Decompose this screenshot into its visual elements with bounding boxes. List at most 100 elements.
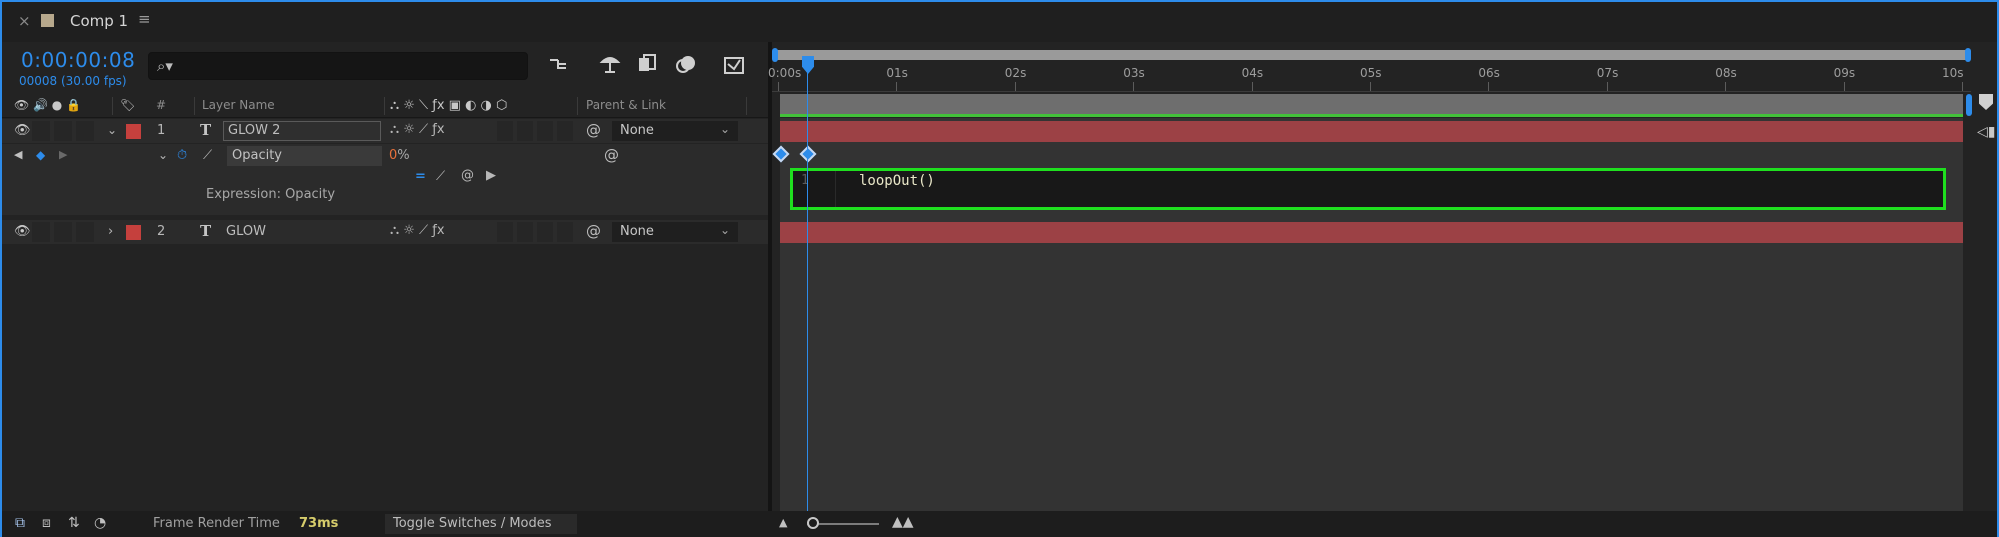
ruler-tick [1962, 82, 1963, 91]
switch-cell[interactable] [517, 222, 533, 242]
close-tab-icon[interactable]: × [18, 12, 31, 30]
expression-code[interactable]: loopOut() [859, 173, 935, 189]
comp-end-marker[interactable] [1966, 94, 1972, 116]
property-value[interactable]: 0% [389, 148, 410, 163]
after-effects-timeline-panel: × Comp 1 ≡ 0:00:00:08 00008 (30.00 fps) … [0, 0, 1999, 537]
composition-duration-bar [780, 94, 1963, 116]
next-keyframe-icon[interactable]: ▶ [59, 148, 67, 161]
layer-switches[interactable]: ⛬ ☼ ⟋ ƒx [390, 223, 445, 238]
ruler-tick [1606, 82, 1608, 91]
audio-toggle-cell[interactable] [32, 222, 50, 242]
zoom-out-icon[interactable]: ▲ [779, 516, 787, 529]
timeline-area[interactable]: 0:00s 01s 02s 03s 04s 05s 06s 07s 08s 09s 10s 1 lo… [768, 42, 1997, 511]
lock-toggle-cell[interactable] [76, 121, 94, 141]
expression-language-menu-icon[interactable]: ▶ [486, 168, 496, 183]
layer-label-color[interactable] [126, 124, 141, 139]
layer-name[interactable]: GLOW [226, 224, 266, 239]
zoom-in-icon[interactable]: ▲▲ [892, 514, 914, 530]
ruler-tick-label: 03s [1123, 66, 1145, 80]
switch-cell[interactable] [517, 121, 533, 141]
layer-link-icon[interactable]: ◁▮ [1977, 124, 1995, 140]
property-pickwhip-icon[interactable]: @ [604, 146, 619, 164]
stopwatch-icon[interactable]: ⏱ [177, 148, 187, 163]
time-ruler[interactable]: 0:00s 01s 02s 03s 04s 05s 06s 07s 08s 09s 10s [768, 64, 1971, 92]
property-name[interactable]: Opacity [227, 146, 382, 166]
switch-cell[interactable] [537, 121, 553, 141]
visibility-eye-icon[interactable]: 👁 [14, 123, 31, 138]
render-cache-indicator [780, 114, 1963, 117]
expression-editor[interactable]: 1 loopOut() [790, 168, 1946, 210]
draft-3d-icon[interactable] [598, 52, 622, 76]
work-area-bar[interactable] [776, 50, 1969, 60]
toggle-switches-modes-button[interactable]: Toggle Switches / Modes [385, 514, 577, 534]
layer-switches-toggle-icon[interactable]: ⧉ [15, 515, 25, 531]
column-layer-name-header[interactable]: Layer Name [202, 98, 275, 112]
panel-menu-icon[interactable]: ≡ [138, 10, 151, 28]
zoom-slider-handle[interactable] [807, 517, 819, 529]
work-area-end-handle[interactable] [1965, 48, 1971, 62]
add-keyframe-icon[interactable]: ◆ [36, 148, 45, 162]
column-header-row: 👁 🔊 ● 🔒 🏷 # Layer Name ⛬ ☼ ⟍ ƒx ▣ ◐ ◑ ⬡ … [2, 94, 768, 118]
layer-name-field[interactable]: GLOW 2 [223, 121, 381, 141]
column-divider [384, 97, 385, 115]
comp-mini-flowchart-icon[interactable] [547, 52, 571, 76]
layer-duration-bar-2[interactable] [780, 222, 1963, 243]
search-icon: ⌕▾ [157, 57, 173, 75]
audio-toggle-cell[interactable] [32, 121, 50, 141]
timeline-footer: ⧉ ⧈ ⇅ ◔ Frame Render Time 73ms Toggle Sw… [2, 511, 1997, 537]
visibility-eye-icon[interactable]: 👁 [14, 224, 31, 239]
comp-tab-title[interactable]: Comp 1 [70, 12, 128, 30]
render-time-toggle-icon[interactable]: ◔ [94, 515, 106, 531]
expression-enable-icon[interactable]: = [415, 169, 426, 184]
collapse-chevron-icon[interactable]: ⌄ [107, 123, 117, 137]
parent-dropdown[interactable]: None ⌄ [612, 121, 738, 141]
column-divider [194, 97, 195, 115]
current-time-display[interactable]: 0:00:00:08 [21, 48, 135, 72]
parent-dropdown[interactable]: None ⌄ [612, 222, 738, 242]
ruler-tick [1843, 82, 1845, 91]
frame-blending-icon[interactable] [635, 52, 659, 76]
solo-toggle-cell[interactable] [54, 121, 72, 141]
lock-toggle-cell[interactable] [76, 222, 94, 242]
label-tag-icon[interactable]: 🏷 [120, 98, 135, 112]
switch-cell[interactable] [557, 121, 573, 141]
expand-chevron-icon[interactable]: › [108, 224, 113, 239]
parent-pickwhip-icon[interactable]: @ [586, 222, 601, 240]
graph-editor-icon[interactable] [722, 52, 746, 76]
column-divider [577, 97, 578, 115]
frame-render-time-value: 73ms [299, 516, 339, 531]
layer-duration-bar-1[interactable] [780, 121, 1963, 142]
column-parent-link-header[interactable]: Parent & Link [586, 98, 666, 112]
expression-graph-icon[interactable]: ⟋ [436, 169, 445, 184]
av-features-header-icons[interactable]: 👁 🔊 ● 🔒 [14, 98, 81, 112]
chevron-down-icon: ⌄ [719, 122, 730, 136]
work-area-start-handle[interactable] [772, 48, 778, 62]
switches-header-icons[interactable]: ⛬ ☼ ⟍ ƒx ▣ ◐ ◑ ⬡ [390, 98, 507, 113]
switch-cell[interactable] [497, 121, 513, 141]
layer-row-2[interactable]: 👁 › 2 T GLOW ⛬ ☼ ⟋ ƒx @ None ⌄ [2, 220, 768, 244]
solo-toggle-cell[interactable] [54, 222, 72, 242]
current-time-indicator-line [807, 68, 808, 511]
switch-cell[interactable] [497, 222, 513, 242]
layer-label-color[interactable] [126, 225, 141, 240]
ruler-tick [1725, 82, 1727, 91]
comp-tab-bar: × Comp 1 ≡ [2, 2, 1997, 42]
layer-row-1[interactable]: 👁 ⌄ 1 T GLOW 2 ⛬ ☼ ⟋ ƒx @ None ⌄ [2, 119, 768, 143]
ruler-tick-label: 02s [1004, 66, 1027, 80]
layer-panel: 0:00:00:08 00008 (30.00 fps) ⌕▾ 👁 🔊 ● 🔒 … [2, 42, 768, 511]
parent-pickwhip-icon[interactable]: @ [586, 121, 601, 139]
expression-pickwhip-icon[interactable]: @ [461, 168, 474, 183]
comp-button-icon[interactable] [1979, 94, 1993, 110]
prev-keyframe-icon[interactable]: ◀ [14, 148, 22, 161]
opacity-property-row[interactable]: ◀ ◆ ▶ ⌄ ⏱ ⟋ Opacity 0% @ [2, 144, 768, 166]
collapse-chevron-icon[interactable]: ⌄ [158, 148, 168, 162]
in-out-toggle-icon[interactable]: ⇅ [68, 515, 80, 531]
layer-switches[interactable]: ⛬ ☼ ⟋ ƒx [390, 122, 445, 137]
switch-cell[interactable] [537, 222, 553, 242]
graph-icon[interactable]: ⟋ [203, 148, 212, 163]
layer-search-input[interactable]: ⌕▾ [148, 52, 528, 80]
expression-row: = ⟋ @ ▶ Expression: Opacity [2, 166, 768, 215]
transfer-controls-toggle-icon[interactable]: ⧈ [42, 515, 51, 531]
motion-blur-icon[interactable] [674, 52, 698, 76]
switch-cell[interactable] [557, 222, 573, 242]
